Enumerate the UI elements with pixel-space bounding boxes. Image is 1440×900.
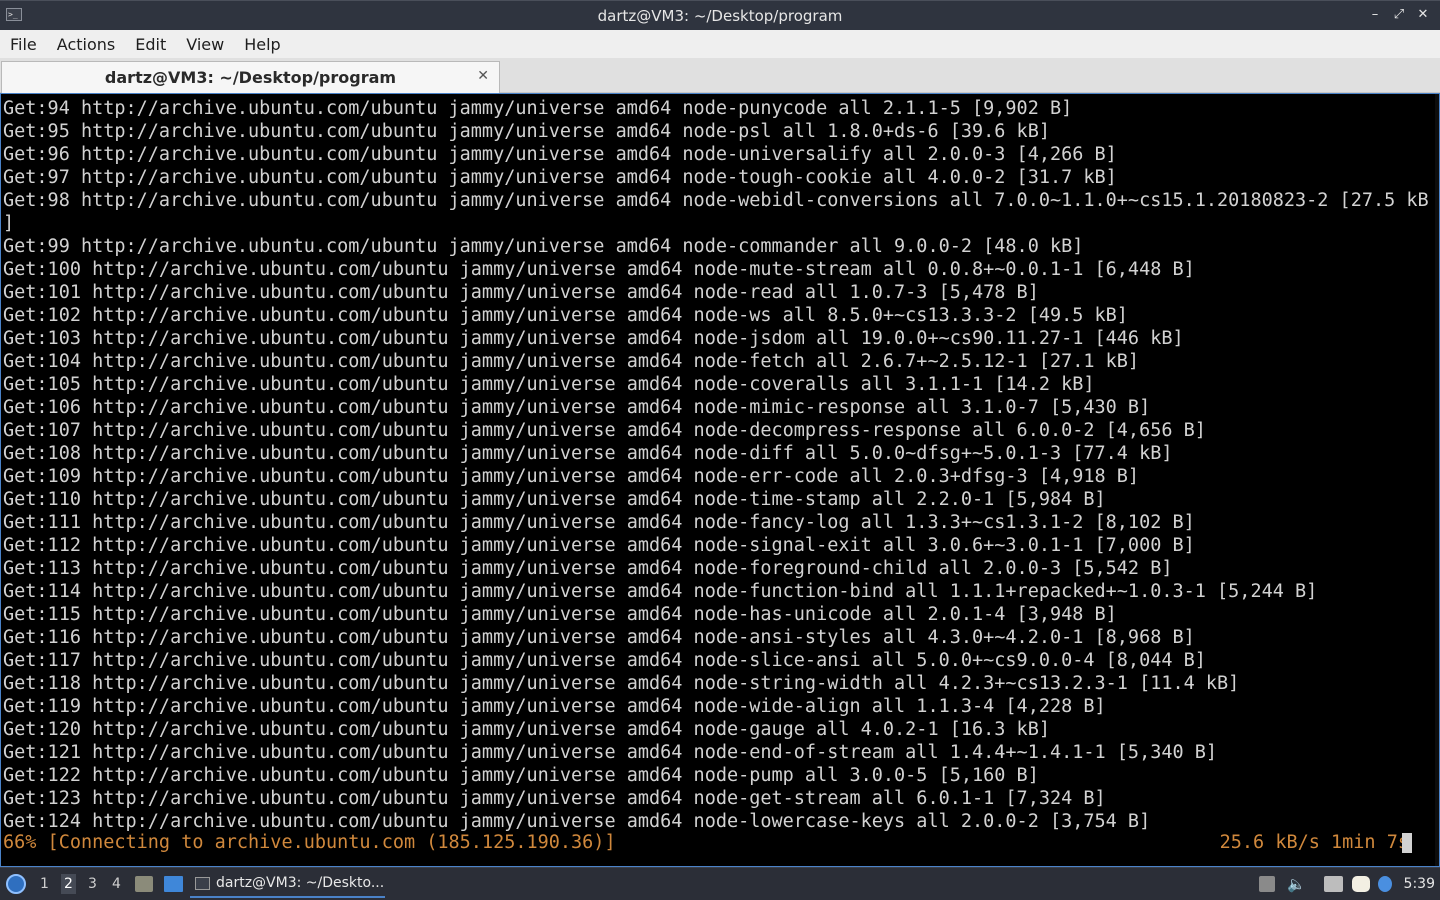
- terminal-line: Get:107 http://archive.ubuntu.com/ubuntu…: [3, 420, 1206, 441]
- terminal-scrollbar[interactable]: [1435, 94, 1439, 866]
- tab-terminal[interactable]: dartz@VM3: ~/Desktop/program ✕: [1, 61, 500, 93]
- terminal-line: Get:121 http://archive.ubuntu.com/ubuntu…: [3, 742, 1218, 763]
- terminal-line: Get:105 http://archive.ubuntu.com/ubuntu…: [3, 374, 1095, 395]
- terminal-line: Get:119 http://archive.ubuntu.com/ubuntu…: [3, 696, 1106, 717]
- terminal-line: Get:112 http://archive.ubuntu.com/ubuntu…: [3, 535, 1195, 556]
- maximize-icon[interactable]: ⤢: [1392, 7, 1406, 22]
- terminal-line: Get:104 http://archive.ubuntu.com/ubuntu…: [3, 351, 1140, 372]
- terminal-line: Get:114 http://archive.ubuntu.com/ubuntu…: [3, 581, 1318, 602]
- terminal-line: Get:94 http://archive.ubuntu.com/ubuntu …: [3, 98, 1073, 119]
- tab-label: dartz@VM3: ~/Desktop/program: [104, 68, 397, 87]
- window-controls: – ⤢ ✕: [1368, 7, 1430, 22]
- terminal-line: Get:123 http://archive.ubuntu.com/ubuntu…: [3, 788, 1106, 809]
- tab-bar: dartz@VM3: ~/Desktop/program ✕: [0, 58, 1440, 93]
- task-label: dartz@VM3: ~/Deskto...: [216, 875, 385, 891]
- terminal-line: Get:103 http://archive.ubuntu.com/ubuntu…: [3, 328, 1184, 349]
- terminal-line: Get:113 http://archive.ubuntu.com/ubuntu…: [3, 558, 1173, 579]
- terminal-line: Get:122 http://archive.ubuntu.com/ubuntu…: [3, 765, 1039, 786]
- volume-icon[interactable]: 🔈: [1287, 876, 1306, 892]
- update-icon[interactable]: [1378, 876, 1392, 892]
- keyboard-icon[interactable]: [1259, 876, 1275, 892]
- clipboard-icon[interactable]: [1352, 876, 1370, 892]
- workspace-4[interactable]: 4: [112, 876, 121, 892]
- workspace-2[interactable]: 2: [61, 874, 76, 894]
- terminal-line: Get:110 http://archive.ubuntu.com/ubuntu…: [3, 489, 1106, 510]
- taskbar-terminal-button[interactable]: dartz@VM3: ~/Deskto...: [190, 870, 385, 898]
- network-icon[interactable]: [1324, 876, 1343, 892]
- terminal-lines: Get:94 http://archive.ubuntu.com/ubuntu …: [3, 97, 1429, 833]
- show-desktop-icon[interactable]: [164, 876, 183, 892]
- download-rate-text: 25.6 kB/s 1min 7s: [1219, 832, 1409, 853]
- terminal-line: Get:97 http://archive.ubuntu.com/ubuntu …: [3, 167, 1117, 188]
- progress-status-text: 66% [Connecting to archive.ubuntu.com (1…: [3, 832, 616, 853]
- clock: 5:39: [1403, 876, 1435, 892]
- terminal-line: Get:120 http://archive.ubuntu.com/ubuntu…: [3, 719, 1050, 740]
- terminal-line: Get:99 http://archive.ubuntu.com/ubuntu …: [3, 236, 1084, 257]
- terminal-line: Get:124 http://archive.ubuntu.com/ubuntu…: [3, 811, 1151, 832]
- terminal-line: Get:95 http://archive.ubuntu.com/ubuntu …: [3, 121, 1050, 142]
- tab-close-icon[interactable]: ✕: [477, 68, 489, 84]
- terminal-line: Get:106 http://archive.ubuntu.com/ubuntu…: [3, 397, 1151, 418]
- menu-help[interactable]: Help: [234, 35, 290, 54]
- menu-actions[interactable]: Actions: [47, 35, 125, 54]
- progress-status-line: 66% [Connecting to archive.ubuntu.com (1…: [3, 831, 1409, 854]
- window-title: dartz@VM3: ~/Desktop/program: [597, 6, 843, 25]
- terminal-line: Get:100 http://archive.ubuntu.com/ubuntu…: [3, 259, 1195, 280]
- file-manager-icon[interactable]: [135, 876, 153, 892]
- terminal-line: Get:109 http://archive.ubuntu.com/ubuntu…: [3, 466, 1140, 487]
- terminal-line: Get:115 http://archive.ubuntu.com/ubuntu…: [3, 604, 1117, 625]
- taskbar: 1 2 3 4 dartz@VM3: ~/Deskto... 🔈 5:39: [0, 867, 1440, 900]
- menu-bar: File Actions Edit View Help: [0, 30, 1440, 58]
- workspace-3[interactable]: 3: [88, 876, 97, 892]
- menu-edit[interactable]: Edit: [125, 35, 176, 54]
- terminal-line: Get:101 http://archive.ubuntu.com/ubuntu…: [3, 282, 1039, 303]
- minimize-icon[interactable]: –: [1368, 7, 1382, 22]
- terminal-line: Get:108 http://archive.ubuntu.com/ubuntu…: [3, 443, 1173, 464]
- terminal-line: Get:116 http://archive.ubuntu.com/ubuntu…: [3, 627, 1195, 648]
- terminal-line: Get:96 http://archive.ubuntu.com/ubuntu …: [3, 144, 1117, 165]
- workspace-1[interactable]: 1: [40, 876, 49, 892]
- terminal-line: Get:111 http://archive.ubuntu.com/ubuntu…: [3, 512, 1195, 533]
- terminal-line: Get:117 http://archive.ubuntu.com/ubuntu…: [3, 650, 1206, 671]
- text-cursor: [1402, 833, 1412, 853]
- window-titlebar: >_ dartz@VM3: ~/Desktop/program – ⤢ ✕: [0, 0, 1440, 30]
- close-icon[interactable]: ✕: [1416, 7, 1430, 22]
- terminal-line: Get:102 http://archive.ubuntu.com/ubuntu…: [3, 305, 1128, 326]
- terminal-line: Get:98 http://archive.ubuntu.com/ubuntu …: [3, 190, 1429, 211]
- terminal-output[interactable]: Get:94 http://archive.ubuntu.com/ubuntu …: [0, 93, 1440, 867]
- terminal-line: Get:118 http://archive.ubuntu.com/ubuntu…: [3, 673, 1240, 694]
- menu-view[interactable]: View: [176, 35, 234, 54]
- start-menu-icon[interactable]: [6, 874, 26, 894]
- menu-file[interactable]: File: [0, 35, 47, 54]
- terminal-task-icon: [195, 876, 210, 890]
- terminal-line: ]: [3, 213, 15, 234]
- terminal-app-icon: >_: [6, 8, 22, 21]
